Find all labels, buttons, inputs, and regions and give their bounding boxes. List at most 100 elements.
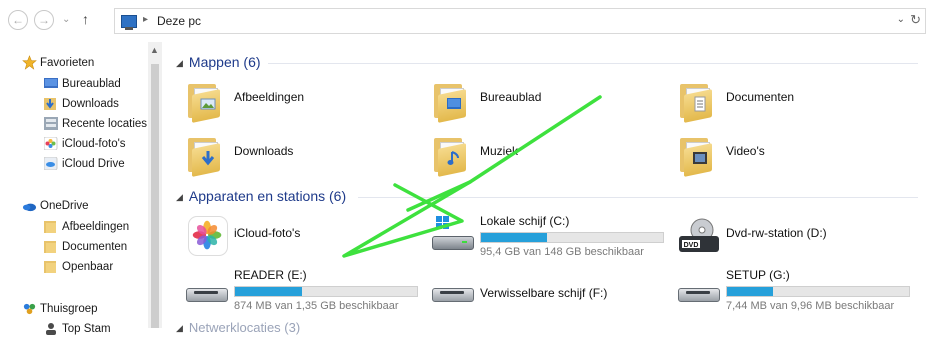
folder-tile-videos[interactable]: Video's	[676, 132, 916, 178]
this-pc-icon	[121, 15, 137, 30]
music-folder-icon	[434, 134, 470, 177]
back-button[interactable]: ←	[8, 10, 28, 30]
sidebar-item-label: Top Stam	[62, 323, 111, 335]
folder-label: Afbeeldingen	[234, 90, 305, 104]
sidebar-item-icloud-drive[interactable]: iCloud Drive	[44, 155, 125, 173]
refresh-icon[interactable]: ↻	[910, 12, 921, 28]
device-tile-icloud-fotos[interactable]: iCloud-foto's	[184, 214, 414, 260]
removable-drive-icon	[186, 286, 228, 302]
address-toolbar: ← → ⌄ ↑ ▸ Deze pc ⌄ ↻	[0, 0, 932, 42]
folder-icon	[44, 241, 56, 253]
sidebar-item-od-documenten[interactable]: Documenten	[44, 238, 127, 256]
content-pane: ◢ Mappen (6) Afbeeldingen Bureaublad Docu…	[162, 42, 932, 335]
group-header-devices[interactable]: ◢ Apparaten en stations (6)	[176, 188, 346, 204]
videos-folder-icon	[680, 134, 716, 177]
dvd-drive-icon: DVD	[678, 218, 720, 256]
sidebar-item-recente-locaties[interactable]: Recente locaties	[44, 115, 148, 133]
folder-label: Video's	[726, 144, 765, 158]
drive-tile-e[interactable]: READER (E:) 874 MB van 1,35 GB beschikba…	[184, 268, 424, 314]
drive-tile-g[interactable]: SETUP (G:) 7,44 MB van 9,96 MB beschikba…	[676, 268, 916, 314]
sidebar-onedrive[interactable]: OneDrive	[22, 197, 89, 215]
drive-label: READER (E:)	[234, 268, 307, 282]
recent-locations-chevron-icon[interactable]: ⌄	[62, 14, 70, 25]
folder-icon	[44, 261, 56, 273]
sidebar-item-homegroup-user[interactable]: Top Stam	[46, 320, 111, 338]
address-dropdown-icon[interactable]: ⌄	[897, 14, 905, 25]
pictures-folder-icon	[188, 80, 224, 123]
sidebar-favorites[interactable]: Favorieten	[22, 54, 95, 72]
folder-label: Muziek	[480, 144, 519, 158]
folder-label: Downloads	[234, 144, 294, 158]
svg-text:DVD: DVD	[684, 242, 699, 249]
removable-drive-icon	[678, 286, 720, 302]
drive-label: Lokale schijf (C:)	[480, 214, 570, 228]
documents-folder-icon	[680, 80, 716, 123]
drive-free-space: 874 MB van 1,35 GB beschikbaar	[234, 300, 399, 312]
sidebar-item-label: Downloads	[62, 98, 119, 110]
drive-tile-f[interactable]: Verwisselbare schijf (F:)	[430, 268, 670, 314]
removable-drive-icon	[432, 286, 474, 302]
folder-tile-muziek[interactable]: Muziek	[430, 132, 660, 178]
folder-tile-downloads[interactable]: Downloads	[184, 132, 414, 178]
downloads-icon	[44, 98, 56, 110]
drive-usage-bar	[234, 286, 418, 297]
folder-tile-bureaublad[interactable]: Bureaublad	[430, 78, 660, 124]
group-title: Apparaten en stations (6)	[188, 188, 347, 204]
star-icon	[22, 55, 37, 70]
drive-tile-d[interactable]: DVD Dvd-rw-station (D:)	[676, 214, 916, 260]
sidebar-item-downloads[interactable]: Downloads	[44, 95, 119, 113]
sidebar-item-label: Afbeeldingen	[62, 221, 130, 233]
scrollbar-thumb[interactable]	[151, 64, 159, 328]
sidebar-onedrive-label: OneDrive	[40, 200, 89, 212]
scroll-up-arrow-icon[interactable]: ▲	[150, 45, 159, 55]
drive-usage-bar	[480, 232, 664, 243]
collapse-triangle-icon[interactable]: ◢	[176, 192, 183, 202]
recent-places-icon	[44, 117, 58, 130]
icloud-photos-icon	[44, 137, 58, 150]
device-label: Verwisselbare schijf (F:)	[480, 286, 608, 300]
collapse-triangle-icon[interactable]: ◢	[176, 58, 183, 68]
user-icon	[46, 323, 56, 335]
desktop-folder-icon	[434, 80, 470, 123]
folder-label: Documenten	[726, 90, 795, 104]
sidebar-homegroup-label: Thuisgroep	[40, 303, 98, 315]
navigation-pane: Favorieten Bureaublad Downloads Recente …	[0, 42, 148, 335]
sidebar-scrollbar[interactable]: ▲	[148, 42, 162, 328]
folder-tile-afbeeldingen[interactable]: Afbeeldingen	[184, 78, 414, 124]
folder-label: Bureaublad	[480, 90, 542, 104]
device-label: iCloud-foto's	[234, 226, 301, 240]
sidebar-item-od-openbaar[interactable]: Openbaar	[44, 258, 114, 276]
sidebar-item-label: iCloud-foto's	[62, 138, 126, 150]
drive-usage-bar	[726, 286, 910, 297]
group-divider	[268, 63, 918, 64]
desktop-icon	[44, 78, 58, 88]
drive-free-space: 7,44 MB van 9,96 MB beschikbaar	[726, 300, 895, 312]
sidebar-item-bureaublad[interactable]: Bureaublad	[44, 75, 121, 93]
forward-button[interactable]: →	[34, 10, 54, 30]
windows-drive-icon	[432, 216, 474, 250]
drive-label: SETUP (G:)	[726, 268, 790, 282]
sidebar-favorites-label: Favorieten	[40, 57, 95, 69]
folder-tile-documenten[interactable]: Documenten	[676, 78, 916, 124]
sidebar-homegroup[interactable]: Thuisgroep	[23, 300, 98, 318]
onedrive-cloud-icon	[22, 203, 37, 212]
group-divider	[358, 197, 918, 198]
sidebar-item-icloud-fotos[interactable]: iCloud-foto's	[44, 135, 126, 153]
address-field[interactable]: ▸ Deze pc ⌄ ↻	[114, 8, 926, 34]
group-header-folders[interactable]: ◢ Mappen (6)	[176, 54, 261, 70]
breadcrumb-current[interactable]: Deze pc	[157, 14, 201, 28]
sidebar-item-label: iCloud Drive	[62, 158, 125, 170]
collapse-triangle-icon[interactable]: ◢	[176, 323, 183, 333]
sidebar-item-label: Recente locaties	[62, 118, 148, 130]
downloads-folder-icon	[188, 134, 224, 177]
sidebar-item-label: Bureaublad	[62, 78, 121, 90]
group-title: Mappen (6)	[188, 54, 261, 70]
breadcrumb-separator-icon[interactable]: ▸	[143, 14, 148, 25]
device-label: Dvd-rw-station (D:)	[726, 226, 827, 240]
up-arrow-icon[interactable]: ↑	[82, 11, 89, 27]
drive-tile-c[interactable]: Lokale schijf (C:) 95,4 GB van 148 GB be…	[430, 214, 670, 260]
drive-free-space: 95,4 GB van 148 GB beschikbaar	[480, 246, 644, 258]
sidebar-item-od-afbeeldingen[interactable]: Afbeeldingen	[44, 218, 130, 236]
icloud-drive-icon	[44, 157, 58, 170]
sidebar-item-label: Openbaar	[62, 261, 114, 273]
